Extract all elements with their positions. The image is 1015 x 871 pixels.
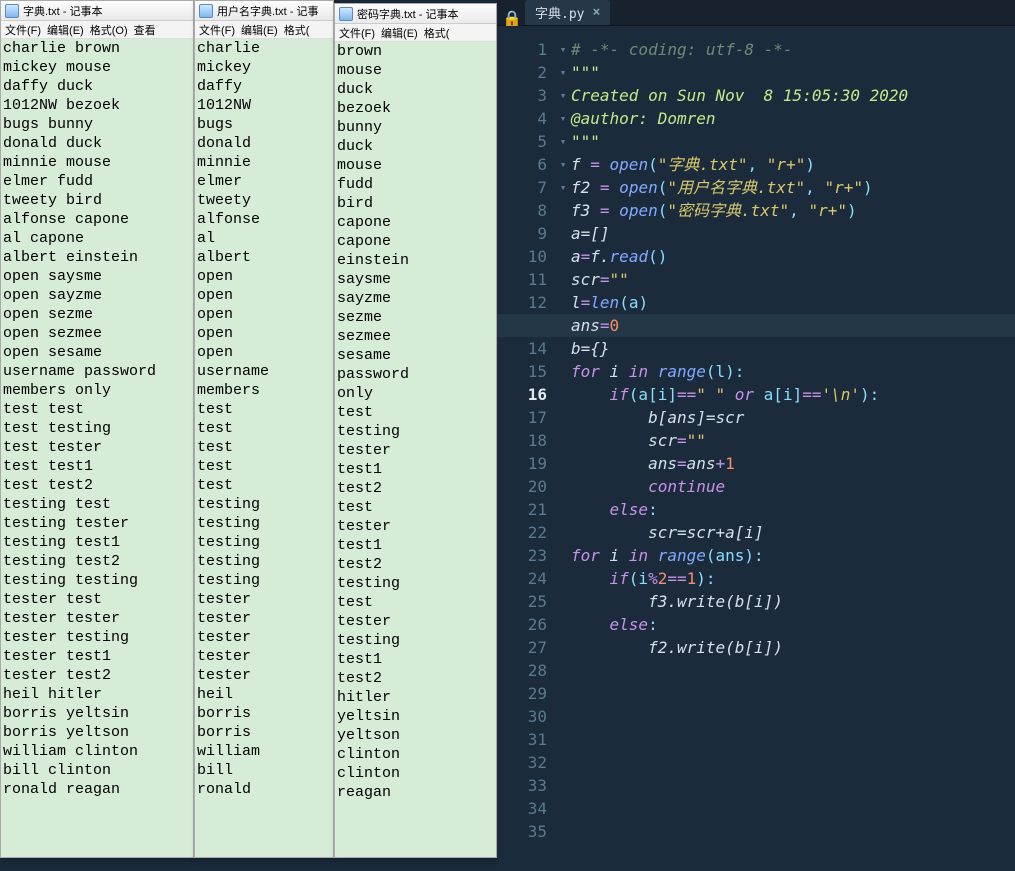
window-title: 字典.txt - 记事本 — [23, 3, 102, 19]
menu-view[interactable]: 查看 — [134, 22, 156, 37]
menu-file[interactable]: 文件(F) — [339, 25, 375, 40]
code-editor[interactable]: 🔒 字典.py × 123456789101112131415161718192… — [497, 0, 1015, 871]
line-gutter: 1234567891011121314151617181920212223242… — [497, 38, 555, 871]
fold-gutter[interactable]: ▾▾▾▾▾▾▾ — [555, 38, 571, 871]
code-content[interactable]: # -*- coding: utf-8 -*-"""Created on Sun… — [571, 38, 1015, 871]
titlebar[interactable]: 用户名字典.txt - 记事 — [195, 1, 333, 21]
menu-format[interactable]: 格式(O) — [90, 22, 128, 37]
tab-label: 字典.py — [535, 3, 584, 22]
titlebar[interactable]: 字典.txt - 记事本 — [1, 1, 193, 21]
notepad-window-1[interactable]: 字典.txt - 记事本 文件(F) 编辑(E) 格式(O) 查看 charli… — [0, 0, 194, 858]
editor-tabs[interactable]: 🔒 字典.py × — [497, 0, 1015, 26]
menubar[interactable]: 文件(F) 编辑(E) 格式(O) 查看 — [1, 21, 193, 39]
text-content[interactable]: brown mouse duck bezoek bunny duck mouse… — [335, 42, 496, 857]
notepad-window-2[interactable]: 用户名字典.txt - 记事 文件(F) 编辑(E) 格式( charlie m… — [194, 0, 334, 858]
menu-format[interactable]: 格式( — [424, 25, 450, 40]
menu-file[interactable]: 文件(F) — [5, 22, 41, 37]
menu-edit[interactable]: 编辑(E) — [47, 22, 84, 37]
notepad-icon — [5, 4, 19, 18]
text-content[interactable]: charlie mickey daffy 1012NW bugs donald … — [195, 39, 333, 857]
editor-body[interactable]: 1234567891011121314151617181920212223242… — [497, 26, 1015, 871]
notepad-icon — [199, 4, 213, 18]
window-title: 密码字典.txt - 记事本 — [357, 6, 458, 22]
menu-format[interactable]: 格式( — [284, 22, 310, 37]
window-title: 用户名字典.txt - 记事 — [217, 3, 318, 19]
editor-tab[interactable]: 字典.py × — [525, 0, 610, 25]
menu-edit[interactable]: 编辑(E) — [381, 25, 418, 40]
titlebar[interactable]: 密码字典.txt - 记事本 — [335, 4, 496, 24]
menubar[interactable]: 文件(F) 编辑(E) 格式( — [195, 21, 333, 39]
text-content[interactable]: charlie brown mickey mouse daffy duck 10… — [1, 39, 193, 857]
lock-icon: 🔒 — [505, 11, 519, 25]
notepad-window-3[interactable]: 密码字典.txt - 记事本 文件(F) 编辑(E) 格式( brown mou… — [334, 3, 497, 858]
menu-edit[interactable]: 编辑(E) — [241, 22, 278, 37]
close-icon[interactable]: × — [592, 5, 600, 20]
menubar[interactable]: 文件(F) 编辑(E) 格式( — [335, 24, 496, 42]
menu-file[interactable]: 文件(F) — [199, 22, 235, 37]
notepad-icon — [339, 7, 353, 21]
